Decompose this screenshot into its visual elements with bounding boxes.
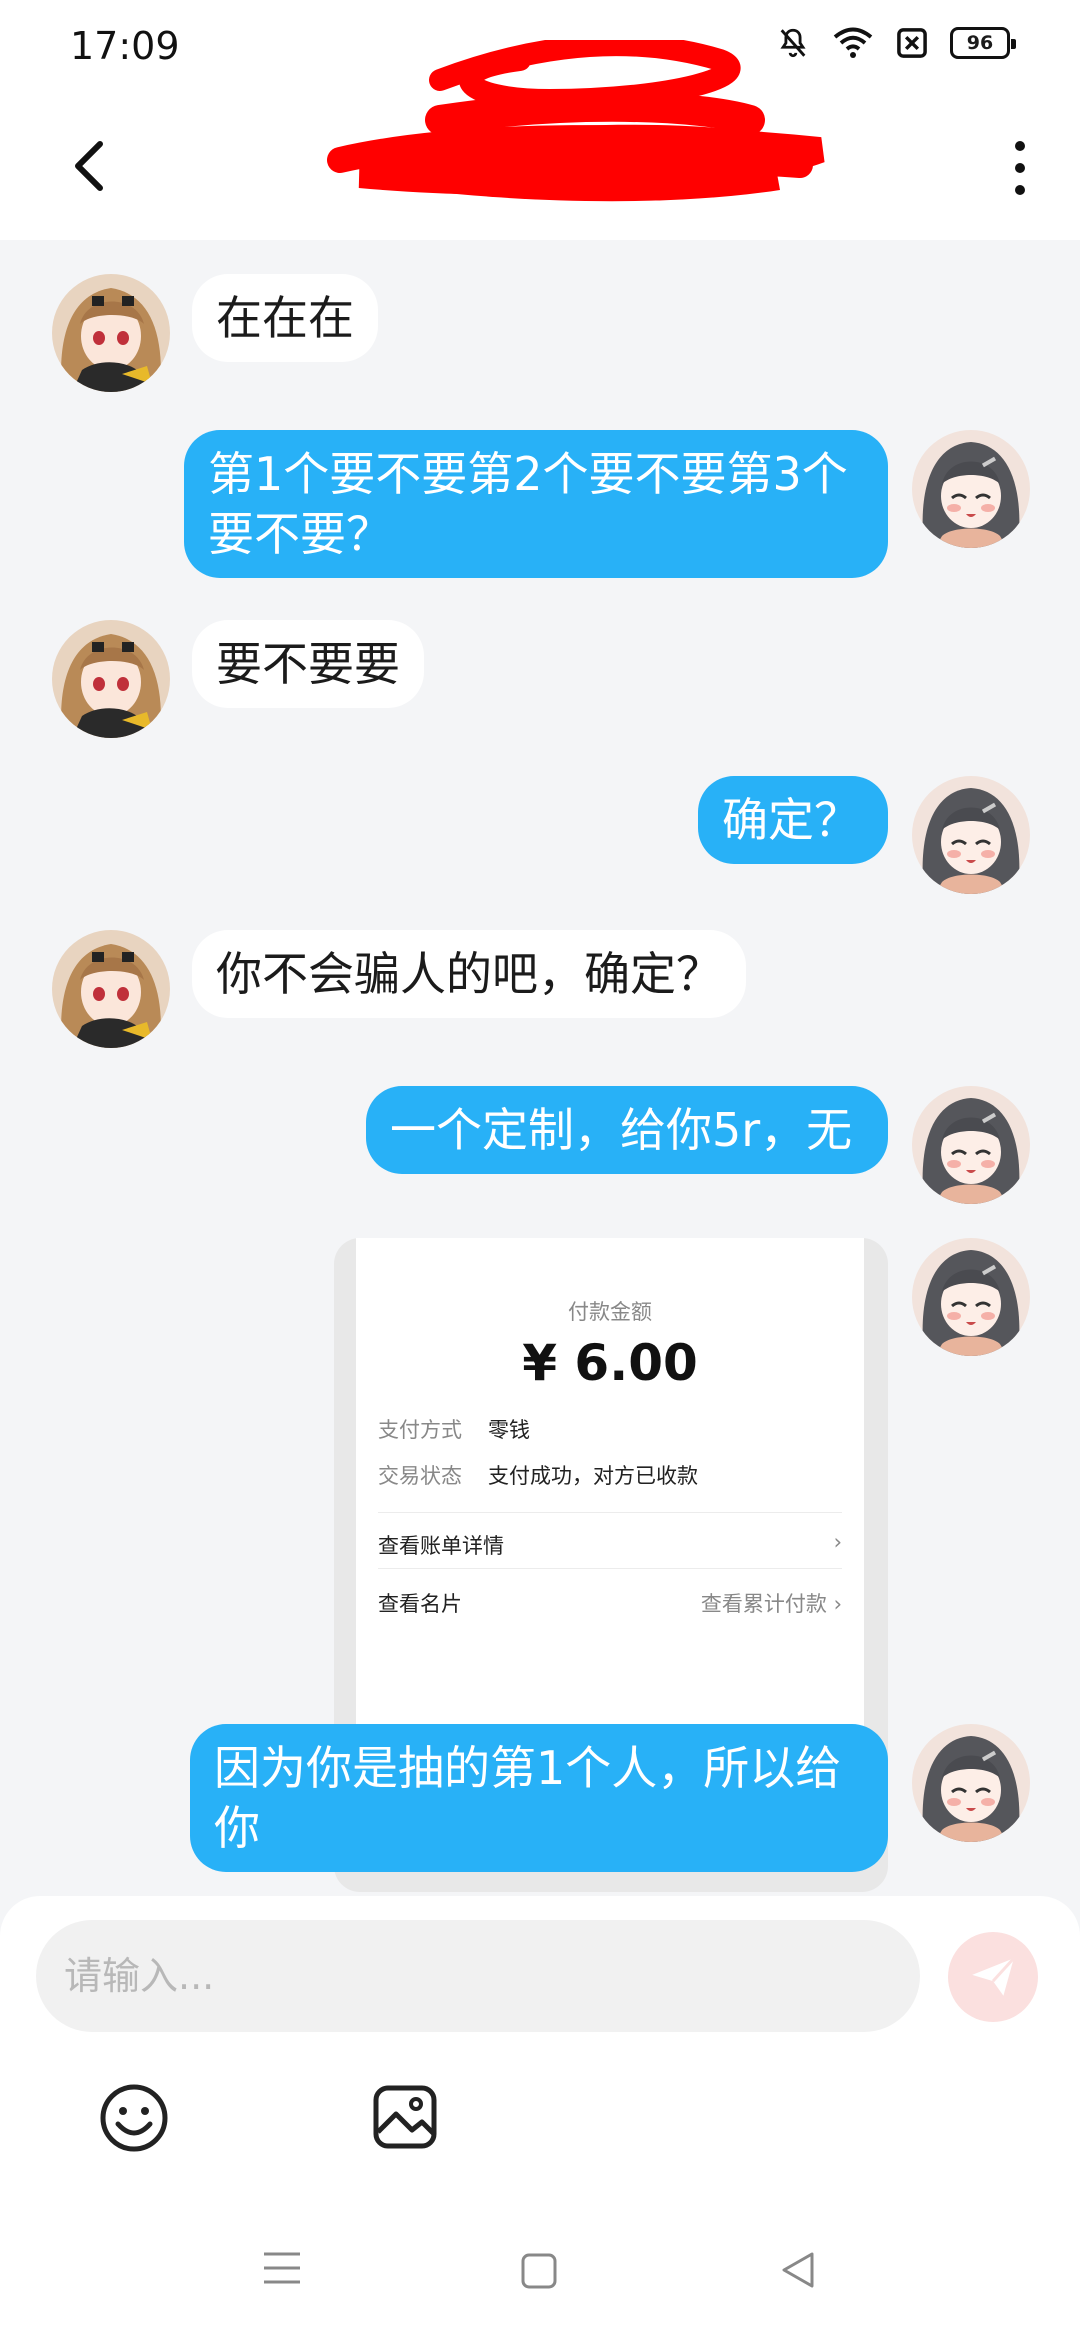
send-button[interactable] (948, 1932, 1038, 2022)
message-bubble-sent[interactable]: 确定？ (698, 776, 888, 864)
divider (378, 1568, 842, 1569)
view-bill-label: 查看账单详情 (378, 1534, 504, 1558)
payment-amount-label: 付款金额 (568, 1300, 652, 1324)
message-text: 一个定制，给你5r，无 (390, 1103, 853, 1157)
message-bubble-received[interactable]: 你不会骗人的吧，确定？ (192, 930, 746, 1018)
my-avatar[interactable] (912, 1238, 1030, 1356)
chevron-right-icon: › (833, 1530, 842, 1554)
view-card-label: 查看名片 (378, 1592, 462, 1616)
message-text: 在在在 (216, 291, 354, 345)
nav-home-icon[interactable] (520, 2252, 558, 2290)
message-text: 确定？ (722, 793, 860, 847)
message-bubble-received[interactable]: 在在在 (192, 274, 378, 362)
message-bubble-sent[interactable]: 一个定制，给你5r，无 (366, 1086, 888, 1174)
my-avatar[interactable] (912, 776, 1030, 894)
view-bill-link: 查看账单详情 › (378, 1530, 842, 1560)
message-bubble-sent[interactable]: 因为你是抽的第1个人，所以给 你 (190, 1724, 888, 1872)
divider (378, 1512, 842, 1513)
status-time: 17:09 (70, 24, 180, 68)
message-input[interactable] (36, 1920, 920, 2032)
chat-header (0, 40, 1080, 240)
message-text-line: 要不要？ (208, 507, 392, 561)
payment-status-row: 交易状态 支付成功，对方已收款 (378, 1460, 698, 1490)
message-list[interactable]: 在在在 第1个要不要第2个要不要第3个 要不要？ 要不要要 确定？ 你不会骗人的… (0, 240, 1080, 1900)
contact-avatar[interactable] (52, 930, 170, 1048)
message-text: 要不要要 (216, 637, 400, 691)
message-text-line: 你 (214, 1801, 260, 1855)
battery-level: 96 (966, 32, 994, 54)
payment-status-value: 支付成功，对方已收款 (488, 1464, 698, 1488)
message-text-line: 因为你是抽的第1个人，所以给 (214, 1741, 842, 1795)
payment-method-key: 支付方式 (378, 1418, 462, 1442)
nav-menu-icon[interactable] (262, 2248, 302, 2288)
message-bubble-received[interactable]: 要不要要 (192, 620, 424, 708)
cumulative-payments-link: 查看累计付款 › (700, 1592, 842, 1616)
my-avatar[interactable] (912, 1086, 1030, 1204)
back-icon[interactable] (62, 136, 122, 196)
nav-back-icon[interactable] (778, 2250, 818, 2290)
payment-method-row: 支付方式 零钱 (378, 1414, 530, 1444)
more-icon[interactable] (1000, 136, 1040, 200)
my-avatar[interactable] (912, 1724, 1030, 1842)
message-text: 你不会骗人的吧，确定？ (216, 947, 722, 1001)
cumulative-payments-label: 查看累计付款 (700, 1592, 827, 1616)
view-card-link: 查看名片 查看累计付款 › (378, 1588, 842, 1618)
my-avatar[interactable] (912, 430, 1030, 548)
contact-avatar[interactable] (52, 620, 170, 738)
payment-amount: ¥ 6.00 (522, 1334, 698, 1392)
message-text-line: 第1个要不要第2个要不要第3个 (208, 447, 848, 501)
send-icon (972, 1957, 1015, 1996)
contact-avatar[interactable] (52, 274, 170, 392)
message-bubble-sent[interactable]: 第1个要不要第2个要不要第3个 要不要？ (184, 430, 888, 578)
battery-icon: 96 (950, 27, 1016, 59)
emoji-icon[interactable] (98, 2082, 170, 2154)
image-icon[interactable] (372, 2084, 438, 2150)
redacted-title-scribble (327, 40, 825, 202)
sim-off-icon (897, 28, 927, 58)
payment-status-key: 交易状态 (378, 1464, 462, 1488)
payment-method-value: 零钱 (488, 1418, 530, 1442)
